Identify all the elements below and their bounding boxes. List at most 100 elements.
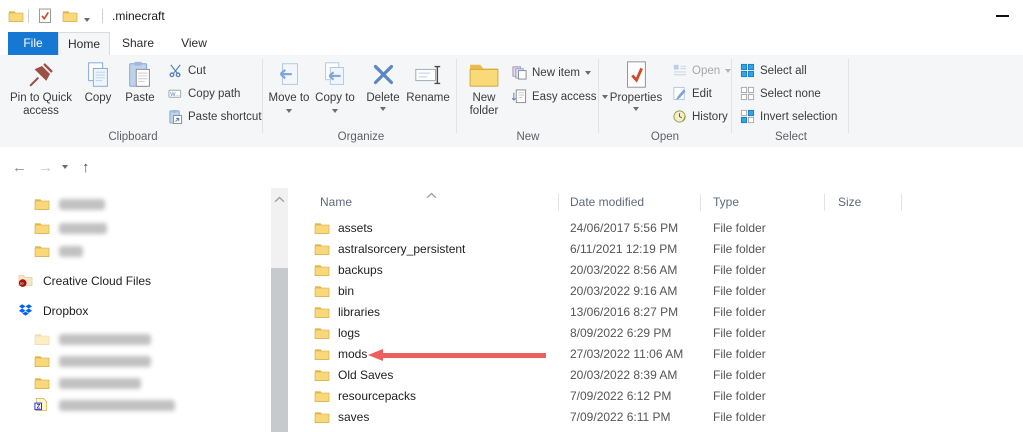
invert-selection-label: Invert selection — [760, 111, 837, 123]
properties-button[interactable]: Properties — [608, 58, 664, 111]
select-all-icon — [740, 63, 755, 78]
tab-share[interactable]: Share — [110, 32, 166, 55]
properties-quick-icon[interactable] — [37, 8, 53, 24]
forward-button[interactable]: → — [38, 147, 53, 188]
copy-path-icon: W... — [168, 86, 183, 101]
file-name[interactable]: astralsorcery_persistent — [338, 239, 465, 260]
file-name[interactable]: assets — [338, 218, 373, 239]
easy-access-icon — [512, 89, 527, 104]
file-name[interactable]: bin — [338, 281, 354, 302]
delete-button[interactable]: Delete — [362, 58, 404, 111]
ribbon-separator — [456, 59, 457, 133]
tab-view[interactable]: View — [166, 32, 222, 55]
column-header-type[interactable]: Type — [713, 190, 739, 214]
table-row[interactable]: bin20/03/2022 9:16 AMFile folder — [292, 281, 992, 302]
invert-selection-button[interactable]: Invert selection — [740, 105, 837, 128]
folder-icon — [314, 367, 330, 386]
sidebar-item-redacted[interactable] — [34, 217, 107, 239]
minimize-button[interactable] — [996, 15, 1009, 17]
column-header-name[interactable]: Name — [320, 190, 352, 214]
paste-shortcut-button[interactable]: Paste shortcut — [168, 105, 262, 128]
toolbar-separator — [28, 9, 29, 23]
cut-button[interactable]: Cut — [168, 59, 206, 82]
paste-button[interactable]: Paste — [120, 58, 160, 105]
dropdown-caret-icon — [286, 109, 292, 113]
file-name[interactable]: logs — [338, 323, 360, 344]
scroll-up-icon[interactable] — [274, 192, 285, 206]
sidebar-item-creative-cloud-files[interactable]: ∞ Creative Cloud Files — [18, 270, 151, 292]
file-type: File folder — [713, 323, 766, 344]
folder-icon — [314, 283, 330, 302]
group-label-open: Open — [600, 131, 730, 145]
scrollbar-thumb[interactable] — [271, 268, 288, 432]
sidebar-item-redacted[interactable] — [34, 193, 105, 215]
sidebar-item-redacted[interactable]: Z — [34, 394, 175, 416]
new-folder-quick-icon[interactable] — [62, 8, 78, 24]
quick-access-toolbar-dropdown-icon[interactable] — [84, 12, 94, 26]
easy-access-button[interactable]: Easy access — [512, 85, 608, 108]
window-title: .minecraft — [112, 0, 165, 32]
properties-icon — [608, 58, 664, 92]
paste-shortcut-label: Paste shortcut — [188, 111, 262, 123]
file-name[interactable]: libraries — [338, 302, 380, 323]
file-name[interactable]: Old Saves — [338, 365, 393, 386]
sidebar-item-redacted[interactable] — [34, 372, 141, 394]
sidebar-scrollbar[interactable] — [271, 188, 288, 432]
table-row[interactable]: logs8/09/2022 6:29 PMFile folder — [292, 323, 992, 344]
pin-icon — [10, 58, 72, 92]
rename-button[interactable]: Rename — [404, 58, 452, 105]
file-date-modified: 13/06/2016 8:27 PM — [570, 302, 678, 323]
ribbon-tab-bar: File Home Share View — [0, 32, 1023, 55]
properties-label: Properties — [610, 92, 662, 104]
table-row[interactable]: backups20/03/2022 8:56 AMFile folder — [292, 260, 992, 281]
file-name[interactable]: resourcepacks — [338, 386, 416, 407]
move-to-button[interactable]: Move to — [268, 58, 310, 118]
tab-home[interactable]: Home — [58, 32, 110, 55]
table-row[interactable]: saves7/09/2022 6:11 PMFile folder — [292, 407, 992, 428]
tab-file[interactable]: File — [8, 32, 58, 55]
dropdown-caret-icon — [602, 95, 608, 99]
copy-button[interactable]: Copy — [78, 58, 118, 105]
table-row[interactable]: assets24/06/2017 5:56 PMFile folder — [292, 218, 992, 239]
edit-button[interactable]: Edit — [672, 82, 712, 105]
table-row[interactable]: astralsorcery_persistent6/11/2021 12:19 … — [292, 239, 992, 260]
file-type: File folder — [713, 407, 766, 428]
folder-icon — [314, 241, 330, 260]
column-header-date-modified[interactable]: Date modified — [570, 190, 644, 214]
folder-icon — [34, 375, 50, 391]
table-row[interactable]: libraries13/06/2016 8:27 PMFile folder — [292, 302, 992, 323]
sidebar-item-redacted[interactable] — [34, 240, 83, 262]
history-button[interactable]: History — [672, 105, 728, 128]
file-name[interactable]: backups — [338, 260, 383, 281]
up-button[interactable]: ↑ — [82, 147, 90, 188]
new-folder-button[interactable]: New folder — [462, 58, 506, 118]
file-name[interactable]: mods — [338, 344, 367, 365]
copy-to-icon — [314, 58, 356, 92]
pin-to-quick-access-button[interactable]: Pin to Quick access — [10, 58, 72, 118]
select-none-button[interactable]: Select none — [740, 82, 821, 105]
copy-path-button[interactable]: W... Copy path — [168, 82, 240, 105]
table-row[interactable]: Old Saves20/03/2022 8:39 AMFile folder — [292, 365, 992, 386]
sidebar-item-dropbox[interactable]: Dropbox — [18, 300, 88, 322]
paste-icon — [120, 58, 160, 92]
ribbon: Pin to Quick access Copy Paste Cut W... … — [0, 55, 1023, 148]
file-name[interactable]: saves — [338, 407, 369, 428]
copy-to-button[interactable]: Copy to — [314, 58, 356, 118]
sidebar-item-redacted[interactable] — [34, 328, 151, 350]
new-item-button[interactable]: New item — [512, 61, 591, 84]
easy-access-label: Easy access — [532, 91, 597, 103]
sidebar-item-redacted[interactable] — [34, 350, 151, 372]
sidebar-item-label: Creative Cloud Files — [43, 274, 151, 288]
table-row[interactable]: resourcepacks7/09/2022 6:12 PMFile folde… — [292, 386, 992, 407]
edit-icon — [672, 86, 687, 101]
select-all-button[interactable]: Select all — [740, 59, 807, 82]
creative-cloud-icon: ∞ — [18, 273, 34, 289]
redacted-label — [59, 199, 105, 210]
new-folder-icon — [462, 58, 506, 92]
open-button[interactable]: Open — [672, 59, 731, 82]
back-button[interactable]: ← — [12, 147, 27, 188]
sort-ascending-icon — [426, 188, 437, 202]
recent-locations-dropdown-icon[interactable] — [62, 146, 68, 187]
cut-icon — [168, 63, 183, 78]
column-header-size[interactable]: Size — [838, 190, 861, 214]
